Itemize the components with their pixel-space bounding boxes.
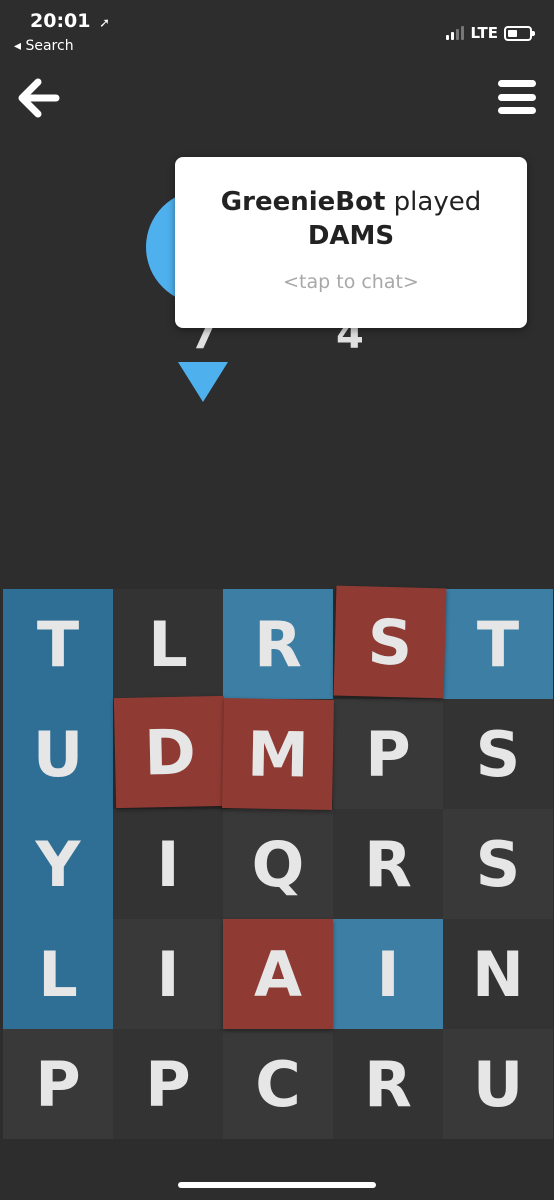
status-indicators: LTE bbox=[446, 24, 535, 42]
tap-to-chat-hint[interactable]: <tap to chat> bbox=[175, 271, 527, 293]
home-indicator[interactable] bbox=[178, 1182, 376, 1188]
board-tile-r4-c0[interactable]: P bbox=[3, 1029, 113, 1139]
battery-icon bbox=[504, 25, 535, 41]
board-tile-r3-c3[interactable]: I bbox=[333, 919, 443, 1029]
letter-board: TLRSTUDMPSYIQRSLIAINPPCRU bbox=[3, 585, 553, 1139]
board-tile-r1-c3[interactable]: P bbox=[333, 699, 443, 809]
board-tile-r4-c2[interactable]: C bbox=[223, 1029, 333, 1139]
board-tile-r0-c1[interactable]: L bbox=[113, 589, 223, 699]
board-tile-r4-c3[interactable]: R bbox=[333, 1029, 443, 1139]
board-tile-r3-c2[interactable]: A bbox=[223, 919, 333, 1029]
board-tile-r3-c1[interactable]: I bbox=[113, 919, 223, 1029]
board-tile-r2-c1[interactable]: I bbox=[113, 809, 223, 919]
board-tile-r3-c4[interactable]: N bbox=[443, 919, 553, 1029]
turn-indicator-icon bbox=[178, 362, 228, 402]
clock-text: 20:01 bbox=[30, 10, 91, 32]
board-tile-r1-c0[interactable]: U bbox=[3, 699, 113, 809]
network-type: LTE bbox=[470, 24, 498, 42]
board-tile-r1-c4[interactable]: S bbox=[443, 699, 553, 809]
board-tile-r0-c4[interactable]: T bbox=[443, 589, 553, 699]
hamburger-menu-icon[interactable] bbox=[498, 80, 536, 114]
back-to-search-link[interactable]: ◂ Search bbox=[14, 38, 74, 54]
board-tile-r1-c2[interactable]: M bbox=[222, 698, 334, 810]
signal-icon bbox=[446, 26, 465, 40]
location-arrow-icon: ➚ bbox=[99, 16, 111, 31]
board-tile-r0-c2[interactable]: R bbox=[223, 589, 333, 699]
back-arrow-icon[interactable] bbox=[16, 78, 60, 118]
board-tile-r2-c2[interactable]: Q bbox=[223, 809, 333, 919]
board-tile-r3-c0[interactable]: L bbox=[3, 919, 113, 1029]
popup-verb: played bbox=[393, 187, 482, 217]
move-notification-popup[interactable]: GreenieBot played DAMS <tap to chat> bbox=[175, 157, 527, 328]
popup-played-word: DAMS bbox=[307, 221, 395, 251]
board-tile-r4-c1[interactable]: P bbox=[113, 1029, 223, 1139]
popup-headline: GreenieBot played bbox=[175, 187, 527, 217]
board-tile-r0-c0[interactable]: T bbox=[3, 589, 113, 699]
board-tile-r0-c3[interactable]: S bbox=[333, 585, 447, 699]
popup-player-name: GreenieBot bbox=[220, 187, 386, 217]
board-tile-r4-c4[interactable]: U bbox=[443, 1029, 553, 1139]
status-time: 20:01 ➚ bbox=[30, 10, 110, 32]
board-tile-r2-c0[interactable]: Y bbox=[3, 809, 113, 919]
board-tile-r2-c3[interactable]: R bbox=[333, 809, 443, 919]
board-tile-r2-c4[interactable]: S bbox=[443, 809, 553, 919]
board-tile-r1-c1[interactable]: D bbox=[113, 695, 227, 809]
